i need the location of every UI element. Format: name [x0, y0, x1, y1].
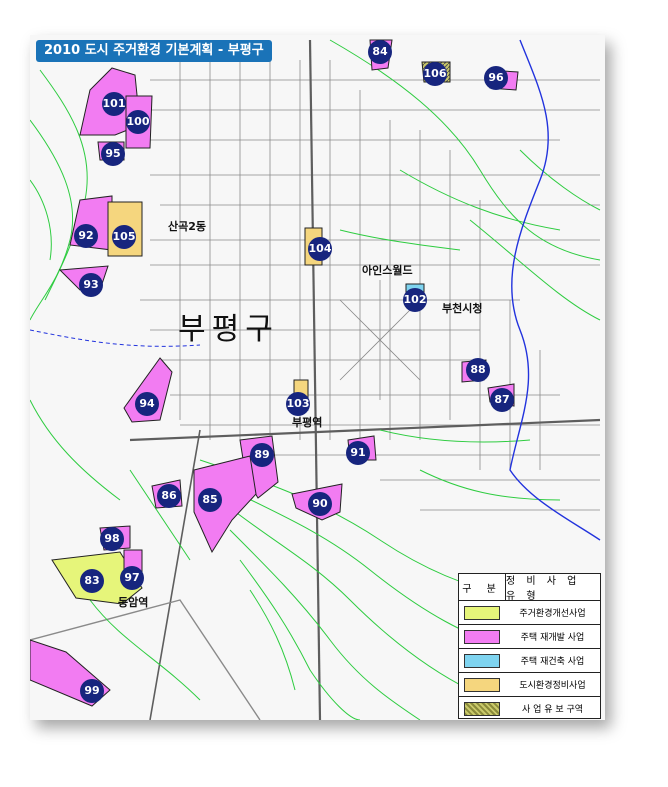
- legend-label: 주거환경개선사업: [519, 609, 586, 619]
- legend-row: 주택 재개발 사업: [459, 625, 600, 649]
- zone-marker[interactable]: 90: [308, 492, 332, 516]
- zone-marker[interactable]: 88: [466, 358, 490, 382]
- zone-marker[interactable]: 104: [308, 237, 332, 261]
- map-legend: 구 분 정 비 사 업 유 형 주거환경개선사업 주택 재개발 사업 주택 재건…: [458, 573, 601, 719]
- zone-marker[interactable]: 95: [101, 142, 125, 166]
- zone-marker[interactable]: 99: [80, 679, 104, 703]
- legend-header: 구 분 정 비 사 업 유 형: [459, 574, 600, 602]
- zone-marker[interactable]: 86: [157, 484, 181, 508]
- legend-row: 사 업 유 보 구역: [459, 697, 600, 720]
- label-sangok2: 산곡2동: [168, 220, 207, 233]
- legend-swatch-improvement: [464, 605, 500, 620]
- legend-label: 주택 재개발 사업: [520, 633, 585, 643]
- zone-marker[interactable]: 84: [368, 40, 392, 64]
- zone-marker[interactable]: 91: [346, 441, 370, 465]
- zone-marker[interactable]: 102: [403, 288, 427, 312]
- label-dongam-station: 동암역: [118, 596, 149, 609]
- legend-swatch-redevelopment: [464, 629, 500, 644]
- legend-swatch-urban-env: [464, 677, 500, 692]
- legend-swatch-reserved: [464, 701, 500, 716]
- zone-marker[interactable]: 94: [135, 392, 159, 416]
- zone-marker[interactable]: 96: [484, 66, 508, 90]
- zone-marker[interactable]: 101: [102, 92, 126, 116]
- legend-row: 주거환경개선사업: [459, 601, 600, 625]
- zone-marker[interactable]: 92: [74, 224, 98, 248]
- legend-label: 도시환경정비사업: [519, 681, 586, 691]
- boundary-line: [30, 329, 201, 347]
- zone-marker[interactable]: 103: [286, 392, 310, 416]
- zone-marker[interactable]: 85: [198, 488, 222, 512]
- legend-label: 사 업 유 보 구역: [521, 705, 584, 715]
- label-bupyeong-station: 부평역: [292, 416, 323, 429]
- legend-header-left: 구 분: [459, 574, 506, 600]
- legend-row: 주택 재건축 사업: [459, 649, 600, 673]
- label-district: 부평구: [178, 312, 279, 347]
- legend-header-right: 정 비 사 업 유 형: [506, 576, 581, 602]
- zone-marker[interactable]: 93: [79, 273, 103, 297]
- zone-marker[interactable]: 98: [100, 527, 124, 551]
- zone-marker[interactable]: 87: [490, 388, 514, 412]
- label-bucheon-cityhall: 부천시청: [442, 302, 483, 315]
- zone-marker[interactable]: 105: [112, 225, 136, 249]
- zone-marker[interactable]: 97: [120, 566, 144, 590]
- zone-marker[interactable]: 89: [250, 443, 274, 467]
- legend-row: 도시환경정비사업: [459, 673, 600, 697]
- label-ainsworld: 아인스월드: [362, 264, 413, 277]
- legend-swatch-reconstruction: [464, 653, 500, 668]
- zone-marker[interactable]: 100: [126, 110, 150, 134]
- zone-marker[interactable]: 83: [80, 569, 104, 593]
- zone-marker[interactable]: 106: [423, 62, 447, 86]
- map-title: 2010 도시 주거환경 기본계획 - 부평구: [36, 40, 272, 62]
- legend-label: 주택 재건축 사업: [520, 657, 585, 667]
